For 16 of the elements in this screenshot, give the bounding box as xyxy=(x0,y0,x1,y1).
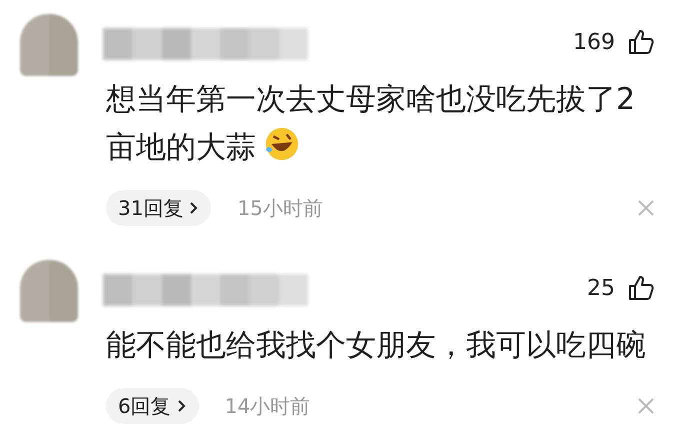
avatar[interactable] xyxy=(20,14,78,76)
timestamp: 14小时前 xyxy=(224,392,310,420)
like-count: 169 xyxy=(573,30,615,54)
chevron-icon xyxy=(189,201,200,215)
comment-text: 能不能也给我找个女朋友，我可以吃四碗 xyxy=(106,328,646,363)
replies-button[interactable]: 31回复 xyxy=(106,190,212,226)
like-count: 25 xyxy=(587,276,615,300)
avatar[interactable] xyxy=(20,260,78,322)
close-icon[interactable] xyxy=(637,397,655,415)
thumbs-up-icon[interactable] xyxy=(627,274,655,302)
replies-button[interactable]: 6回复 xyxy=(106,388,199,424)
close-icon[interactable] xyxy=(637,199,655,217)
timestamp: 15小时前 xyxy=(237,194,323,222)
comment-text: 想当年第一次去丈母家啥也没吃先拔了2亩地的大蒜 xyxy=(106,82,636,165)
thumbs-up-icon[interactable] xyxy=(627,28,655,56)
chevron-icon xyxy=(176,399,187,413)
